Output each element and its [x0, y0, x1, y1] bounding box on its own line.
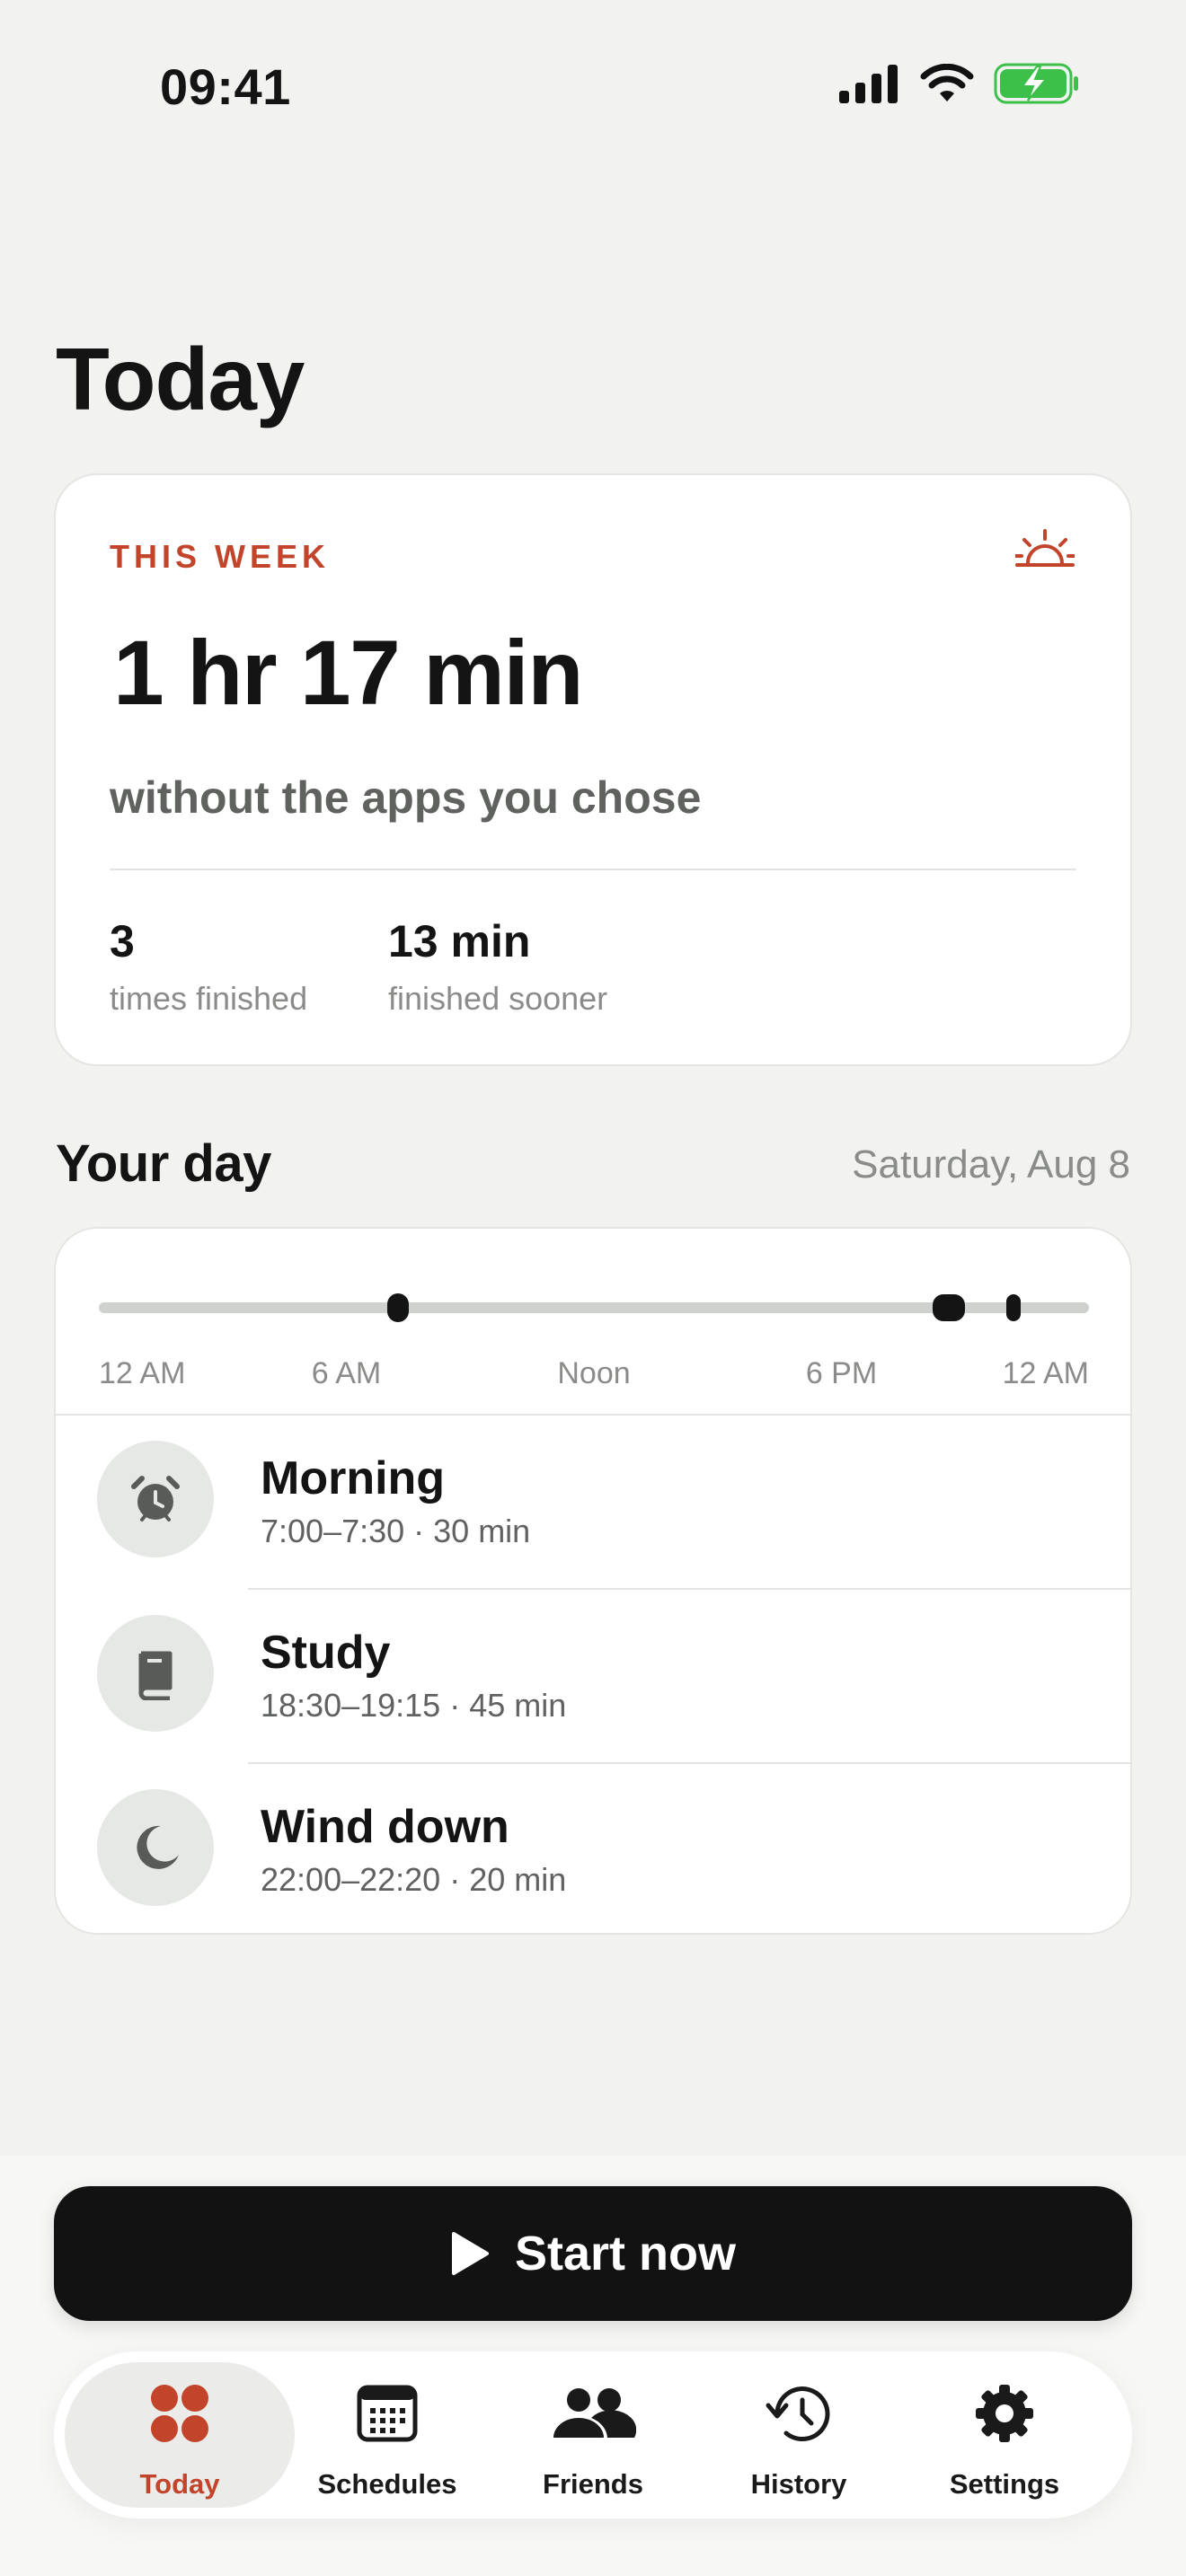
stat-value: 3 [110, 916, 135, 966]
schedule-icon-circle [97, 1441, 214, 1557]
schedule-row-wind-down[interactable]: Wind down 22:00–22:20 · 20 min [56, 1764, 1130, 1936]
schedule-name: Wind down [261, 1801, 509, 1853]
schedule-name: Morning [261, 1452, 446, 1504]
wifi-icon [920, 64, 974, 101]
stat-value: 13 min [388, 916, 531, 966]
status-icons [837, 63, 1080, 104]
your-day-card: 12 AM 6 AM Noon 6 PM 12 AM Morning 7:00–… [54, 1227, 1132, 1935]
your-day-heading: Your day [56, 1134, 271, 1193]
timeline-label: Noon [557, 1356, 631, 1390]
day-timeline [99, 1293, 1089, 1322]
moon-icon [137, 1825, 179, 1869]
stat-times-finished: 3 times finished [110, 915, 307, 1018]
week-subtitle: without the apps you chose [110, 772, 702, 823]
tab-today[interactable]: Today [65, 2362, 295, 2508]
schedule-name: Study [261, 1627, 391, 1679]
cellular-signal-icon [839, 65, 898, 103]
timeline-mark [1005, 1294, 1021, 1321]
play-icon [451, 2232, 489, 2275]
tab-label: Settings [949, 2468, 1060, 2500]
timeline-mark [386, 1293, 409, 1322]
week-divider [110, 869, 1076, 870]
schedule-row-study[interactable]: Study 18:30–19:15 · 45 min [56, 1590, 1130, 1764]
timeline-label: 12 AM [1002, 1356, 1089, 1390]
start-now-label: Start now [514, 2227, 736, 2280]
timeline-labels: 12 AM 6 AM Noon 6 PM 12 AM [99, 1356, 1089, 1401]
dots-grid-icon [151, 2385, 208, 2442]
timeline-label: 6 PM [805, 1356, 878, 1390]
timeline-label: 12 AM [99, 1356, 186, 1390]
schedule-icon-circle [97, 1615, 214, 1732]
stat-label: finished sooner [388, 980, 608, 1017]
week-total-time: 1 hr 17 min [113, 622, 584, 724]
today-screen: 09:41 Today THIS WEEK 1 hr 17 min withou… [0, 0, 1186, 2576]
week-eyebrow: THIS WEEK [110, 538, 331, 575]
stat-label: times finished [110, 980, 308, 1017]
day-date: Saturday, Aug 8 [852, 1142, 1130, 1187]
tab-schedules[interactable]: Schedules [272, 2362, 502, 2508]
tab-label: Schedules [317, 2468, 457, 2500]
stat-finished-sooner: 13 min finished sooner [388, 915, 607, 1018]
history-clock-icon [766, 2386, 830, 2441]
page-title: Today [56, 330, 305, 428]
timeline-label: 6 AM [311, 1356, 382, 1390]
schedule-time: 18:30–19:15 · 45 min [261, 1687, 567, 1724]
tab-bar: Today Schedules Friends History Settings [54, 2351, 1132, 2519]
book-icon [138, 1651, 173, 1700]
people-icon [553, 2388, 636, 2438]
tab-label: Today [139, 2468, 220, 2500]
tab-label: History [750, 2468, 847, 2500]
schedule-time: 22:00–22:20 · 20 min [261, 1861, 567, 1898]
sunrise-icon [1015, 529, 1075, 567]
tab-friends[interactable]: Friends [478, 2362, 708, 2508]
tab-settings[interactable]: Settings [890, 2362, 1120, 2508]
tab-label: Friends [543, 2468, 643, 2500]
status-time: 09:41 [160, 58, 291, 115]
gear-icon [976, 2385, 1033, 2442]
start-now-button[interactable]: Start now [54, 2186, 1132, 2321]
schedule-row-morning[interactable]: Morning 7:00–7:30 · 30 min [56, 1416, 1130, 1590]
calendar-icon [357, 2385, 418, 2442]
schedule-time: 7:00–7:30 · 30 min [261, 1513, 531, 1549]
tab-history[interactable]: History [684, 2362, 914, 2508]
schedule-icon-circle [97, 1789, 214, 1906]
battery-charging-icon [994, 63, 1078, 104]
alarm-clock-icon [131, 1476, 180, 1522]
this-week-card: THIS WEEK 1 hr 17 min without the apps y… [54, 473, 1132, 1066]
timeline-mark [932, 1294, 965, 1321]
